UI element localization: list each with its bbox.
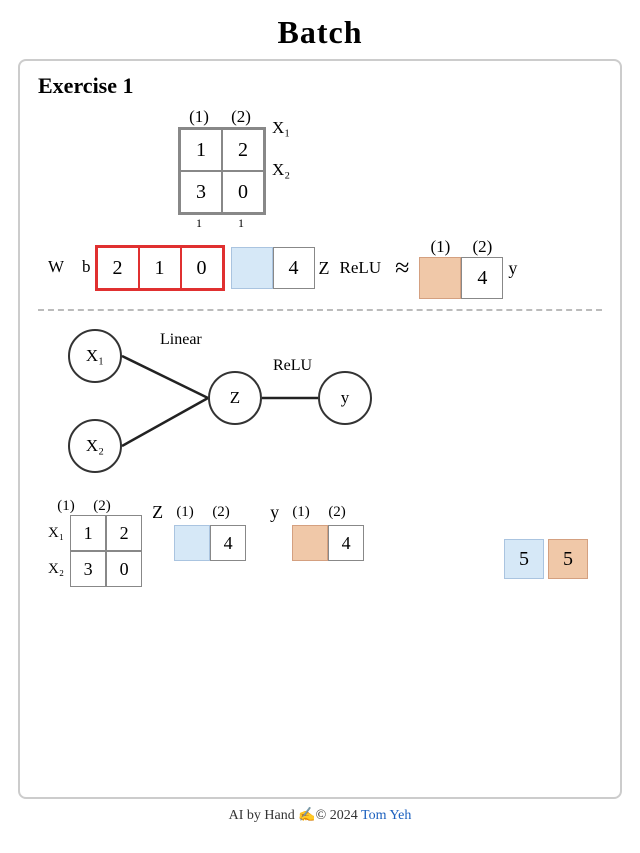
x-brow-1: X₁ <box>48 515 64 551</box>
y-output-area: (1) (2) 4 <box>419 237 503 299</box>
y-cell-bottom-1 <box>292 525 328 561</box>
y-col-label-1: (1) <box>419 237 461 257</box>
z-data-section: Z (1) (2) 4 <box>152 502 246 587</box>
nn-label-linear: Linear <box>160 331 202 349</box>
y-data-section: y (1) (2) 4 <box>270 502 364 587</box>
xb-1-0: 3 <box>70 551 106 587</box>
x-brow-2: X₂ <box>48 551 64 587</box>
y-bcol-2: (2) <box>319 504 355 521</box>
y-col-labels: (1) (2) <box>419 237 503 257</box>
sub-1: 1 <box>178 216 220 231</box>
main-card: Exercise 1 (1) (2) 1 2 3 0 1 1 <box>18 59 622 799</box>
row-label-x1: X₁ <box>272 107 290 149</box>
nn-node-x2: X₂ <box>68 419 122 473</box>
footer-link[interactable]: Tom Yeh <box>361 808 411 823</box>
xb-1-1: 0 <box>106 551 142 587</box>
z-cell-2: 4 <box>210 525 246 561</box>
section-divider <box>38 309 602 311</box>
col-label-2: (2) <box>220 107 262 127</box>
x-bottom-matrix: 1 2 3 0 <box>70 515 142 587</box>
input-matrix-area: (1) (2) 1 2 3 0 1 1 X₁ X₂ <box>178 107 290 231</box>
b-box <box>231 247 273 289</box>
subscript-row: 1 1 <box>178 216 266 231</box>
z-cell-1 <box>174 525 210 561</box>
z-col-labels: (1) (2) <box>167 504 239 521</box>
z-label: Z <box>319 258 330 279</box>
x-data-section: (1) (2) X₁ X₂ 1 2 3 <box>48 498 142 587</box>
matrix-cell-0-0: 1 <box>180 129 222 171</box>
footer: AI by Hand ✍© 2024 Tom Yeh <box>0 799 640 824</box>
y-row: 4 <box>419 257 503 299</box>
matrix-cell-0-1: 2 <box>222 129 264 171</box>
col-label-1: (1) <box>178 107 220 127</box>
nn-node-z: Z <box>208 371 262 425</box>
nn-label-relu: ReLU <box>273 357 312 375</box>
w-matrix: 2 1 0 <box>95 245 225 291</box>
col-labels-top: (1) (2) <box>178 107 266 127</box>
w-cell-0: 2 <box>97 247 139 289</box>
row-label-x2: X₂ <box>272 149 290 191</box>
nn-node-x1: X₁ <box>68 329 122 383</box>
nn-node-y: y <box>318 371 372 425</box>
result-box-blue: 5 <box>504 539 544 579</box>
input-matrix: 1 2 3 0 <box>178 127 266 215</box>
top-section: (1) (2) 1 2 3 0 1 1 X₁ X₂ <box>48 107 602 299</box>
page-title: Batch <box>0 0 640 59</box>
y-cell-1 <box>419 257 461 299</box>
result-box-peach: 5 <box>548 539 588 579</box>
matrix-cell-1-1: 0 <box>222 171 264 213</box>
bottom-section: X₁ X₂ Z y Linear ReLU (1) (2) <box>38 319 602 587</box>
sub-2: 1 <box>220 216 262 231</box>
z-col-2: (2) <box>203 504 239 521</box>
nn-diagram: X₁ X₂ Z y Linear ReLU <box>48 319 408 494</box>
z-var-label: Z <box>152 502 163 523</box>
x-bcol-2: (2) <box>84 498 120 515</box>
x-bottom-col-labels: (1) (2) <box>48 498 142 515</box>
row-labels-right: X₁ X₂ <box>272 107 290 191</box>
result-boxes: 5 5 <box>504 539 588 579</box>
w-label: W <box>48 257 64 277</box>
relu-label-top: ReLU <box>340 258 382 278</box>
y-cell-2: 4 <box>461 257 503 299</box>
y-cell-bottom-2: 4 <box>328 525 364 561</box>
w-cell-2: 0 <box>181 247 223 289</box>
w-cell-1: 1 <box>139 247 181 289</box>
b-value-box: 4 <box>273 247 315 289</box>
y-label-top: y <box>508 258 517 279</box>
z-col-1: (1) <box>167 504 203 521</box>
b-label: b <box>82 257 91 277</box>
y-bottom-col-labels: (1) (2) <box>283 504 355 521</box>
xb-0-0: 1 <box>70 515 106 551</box>
xb-0-1: 2 <box>106 515 142 551</box>
wb-row: W b 2 1 0 4 Z ReLU ≈ (1) (2) 4 <box>48 237 517 299</box>
y-bcol-1: (1) <box>283 504 319 521</box>
y-col-label-2: (2) <box>461 237 503 257</box>
y-var-label: y <box>270 502 279 523</box>
approx-symbol: ≈ <box>395 253 409 283</box>
footer-text: AI by Hand ✍© 2024 <box>229 808 361 823</box>
exercise-label: Exercise 1 <box>38 73 602 99</box>
matrix-cell-1-0: 3 <box>180 171 222 213</box>
x-bcol-1: (1) <box>48 498 84 515</box>
wb-labels: W b <box>48 257 91 279</box>
